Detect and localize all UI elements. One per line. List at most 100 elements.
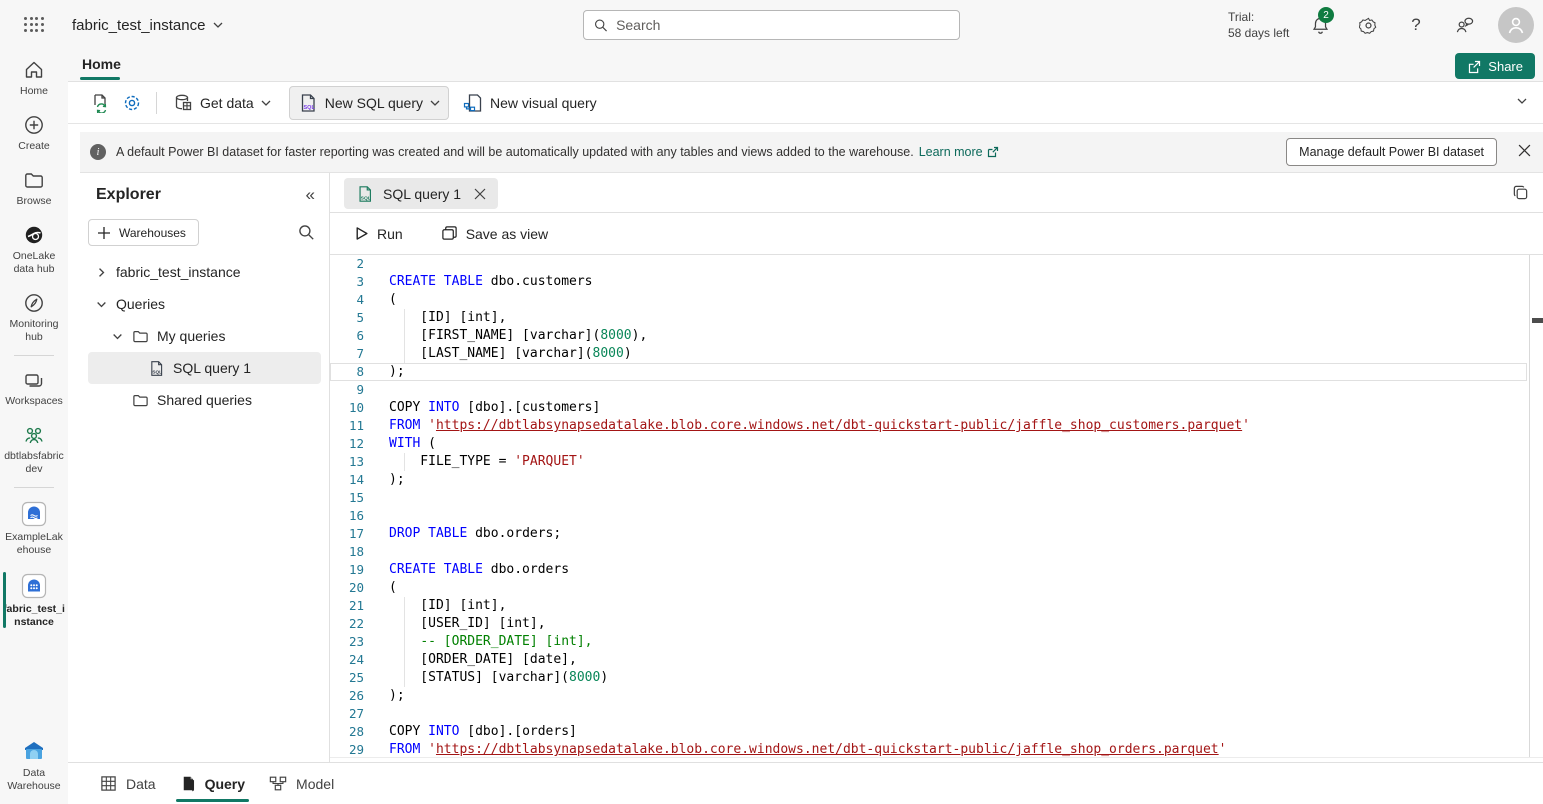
help-button[interactable]: ? bbox=[1404, 13, 1428, 37]
code-line-10[interactable]: 10COPY INTO [dbo].[customers] bbox=[330, 399, 1529, 417]
tree-item-queries[interactable]: Queries bbox=[80, 288, 329, 320]
notifications-button[interactable]: 2 bbox=[1308, 13, 1332, 37]
code-line-4[interactable]: 4( bbox=[330, 291, 1529, 309]
rail-item-fabric_test_instance[interactable]: fabric_test_instance bbox=[0, 564, 68, 636]
editor-bottom-border bbox=[330, 757, 1543, 758]
refresh-button[interactable] bbox=[84, 87, 116, 119]
app-launcher-icon[interactable] bbox=[24, 17, 44, 33]
code-line-20[interactable]: 20( bbox=[330, 579, 1529, 597]
tree-item-sql-query-1[interactable]: SQLSQL query 1 bbox=[88, 352, 321, 384]
sql-code-editor[interactable]: 23CREATE TABLE dbo.customers4(5 [ID] [in… bbox=[330, 255, 1530, 757]
explorer-title: Explorer bbox=[96, 186, 161, 204]
scrollbar-position-marker[interactable] bbox=[1532, 318, 1543, 323]
settings-button[interactable] bbox=[1356, 13, 1380, 37]
code-line-26[interactable]: 26); bbox=[330, 687, 1529, 705]
rail-item-monitoring[interactable]: Monitoring hub bbox=[0, 283, 68, 351]
rail-item-browse[interactable]: Browse bbox=[0, 160, 68, 215]
view-tab-model[interactable]: Model bbox=[257, 763, 346, 804]
code-line-8[interactable]: 8); bbox=[330, 363, 1529, 381]
workspace-title-menu[interactable]: fabric_test_instance bbox=[72, 17, 223, 34]
rail-item-examplelakehouse[interactable]: ExampleLakehouse bbox=[0, 492, 68, 564]
code-line-25[interactable]: 25 [STATUS] [varchar](8000) bbox=[330, 669, 1529, 687]
new-visual-query-button[interactable]: New visual query bbox=[455, 87, 605, 119]
run-button[interactable]: Run bbox=[344, 220, 413, 248]
code-line-27[interactable]: 27 bbox=[330, 705, 1529, 723]
tree-item-my-queries[interactable]: My queries bbox=[80, 320, 329, 352]
code-line-17[interactable]: 17DROP TABLE dbo.orders; bbox=[330, 525, 1529, 543]
code-line-6[interactable]: 6 [FIRST_NAME] [varchar](8000), bbox=[330, 327, 1529, 345]
new-sql-query-button[interactable]: SQL New SQL query bbox=[289, 86, 449, 120]
save-as-view-button[interactable]: Save as view bbox=[431, 219, 558, 248]
search-input[interactable] bbox=[616, 17, 949, 33]
feedback-button[interactable] bbox=[1452, 13, 1476, 37]
code-line-22[interactable]: 22 [USER_ID] [int], bbox=[330, 615, 1529, 633]
global-search[interactable] bbox=[583, 10, 960, 40]
warehouses-label: Warehouses bbox=[119, 226, 186, 240]
line-number: 26 bbox=[330, 687, 364, 705]
chevron-down-icon bbox=[430, 98, 440, 108]
tab-sql-query-1[interactable]: SQL SQL query 1 bbox=[344, 178, 498, 209]
code-line-18[interactable]: 18 bbox=[330, 543, 1529, 561]
chevron-right-icon[interactable] bbox=[96, 267, 108, 278]
code-line-5[interactable]: 5 [ID] [int], bbox=[330, 309, 1529, 327]
code-line-3[interactable]: 3CREATE TABLE dbo.customers bbox=[330, 273, 1529, 291]
account-avatar[interactable] bbox=[1498, 7, 1534, 43]
code-line-21[interactable]: 21 [ID] [int], bbox=[330, 597, 1529, 615]
code-line-2[interactable]: 2 bbox=[330, 255, 1529, 273]
code-text: ( bbox=[389, 291, 397, 309]
sql-file-icon: SQL bbox=[298, 93, 318, 113]
view-tab-data[interactable]: Data bbox=[88, 763, 168, 804]
rail-divider bbox=[14, 355, 54, 356]
tree-item-shared-queries[interactable]: Shared queries bbox=[80, 384, 329, 416]
banner-close-button[interactable] bbox=[1518, 144, 1531, 157]
add-warehouses-button[interactable]: Warehouses bbox=[88, 219, 199, 246]
code-text: COPY INTO [dbo].[customers] bbox=[389, 399, 600, 417]
code-text: CREATE TABLE dbo.customers bbox=[389, 273, 593, 291]
code-text: [ID] [int], bbox=[389, 597, 506, 615]
get-data-button[interactable]: Get data bbox=[165, 87, 279, 119]
line-number: 29 bbox=[330, 741, 364, 757]
line-number: 2 bbox=[330, 255, 364, 273]
rail-item-home[interactable]: Home bbox=[0, 50, 68, 105]
gear-blue-icon bbox=[122, 93, 142, 113]
new-sql-query-label: New SQL query bbox=[325, 95, 423, 111]
rail-item-data-warehouse[interactable]: Data Warehouse bbox=[0, 730, 68, 800]
code-line-29[interactable]: 29FROM 'https://dbtlabsynapsedatalake.bl… bbox=[330, 741, 1529, 757]
rail-item-onelake[interactable]: OneLake data hub bbox=[0, 215, 68, 283]
line-number: 5 bbox=[330, 309, 364, 327]
active-tab-indicator bbox=[80, 77, 120, 80]
chevron-down-icon[interactable] bbox=[112, 331, 124, 342]
code-line-19[interactable]: 19CREATE TABLE dbo.orders bbox=[330, 561, 1529, 579]
query-settings-button[interactable] bbox=[116, 87, 148, 119]
view-tab-query[interactable]: Query bbox=[168, 763, 257, 804]
toolbar-divider bbox=[156, 92, 157, 114]
explorer-search-icon[interactable] bbox=[298, 224, 315, 241]
manage-dataset-button[interactable]: Manage default Power BI dataset bbox=[1286, 138, 1497, 166]
code-line-23[interactable]: 23 -- [ORDER_DATE] [int], bbox=[330, 633, 1529, 651]
share-button[interactable]: Share bbox=[1455, 53, 1535, 79]
code-line-7[interactable]: 7 [LAST_NAME] [varchar](8000) bbox=[330, 345, 1529, 363]
tab-close-button[interactable] bbox=[474, 188, 486, 200]
rail-item-create[interactable]: Create bbox=[0, 105, 68, 160]
code-line-16[interactable]: 16 bbox=[330, 507, 1529, 525]
chevron-down-icon[interactable] bbox=[96, 299, 108, 310]
tab-home[interactable]: Home bbox=[80, 54, 123, 78]
sql-icon: SQL bbox=[148, 360, 165, 377]
line-number: 7 bbox=[330, 345, 364, 363]
code-line-15[interactable]: 15 bbox=[330, 489, 1529, 507]
rail-item-dbtlabsfabricdev[interactable]: dbtlabsfabricdev bbox=[0, 415, 68, 483]
code-line-11[interactable]: 11FROM 'https://dbtlabsynapsedatalake.bl… bbox=[330, 417, 1529, 435]
code-line-9[interactable]: 9 bbox=[330, 381, 1529, 399]
collapse-panel-icon[interactable]: « bbox=[306, 185, 315, 205]
tree-item-fabric-test-instance[interactable]: fabric_test_instance bbox=[80, 256, 329, 288]
code-line-14[interactable]: 14); bbox=[330, 471, 1529, 489]
code-line-24[interactable]: 24 [ORDER_DATE] [date], bbox=[330, 651, 1529, 669]
learn-more-link[interactable]: Learn more bbox=[919, 145, 999, 159]
code-line-13[interactable]: 13 FILE_TYPE = 'PARQUET' bbox=[330, 453, 1529, 471]
code-line-12[interactable]: 12WITH ( bbox=[330, 435, 1529, 453]
code-text: CREATE TABLE dbo.orders bbox=[389, 561, 569, 579]
code-line-28[interactable]: 28COPY INTO [dbo].[orders] bbox=[330, 723, 1529, 741]
duplicate-pages-icon[interactable] bbox=[1512, 184, 1529, 201]
rail-item-workspaces[interactable]: Workspaces bbox=[0, 360, 68, 415]
collapse-ribbon-button[interactable] bbox=[1517, 96, 1527, 106]
